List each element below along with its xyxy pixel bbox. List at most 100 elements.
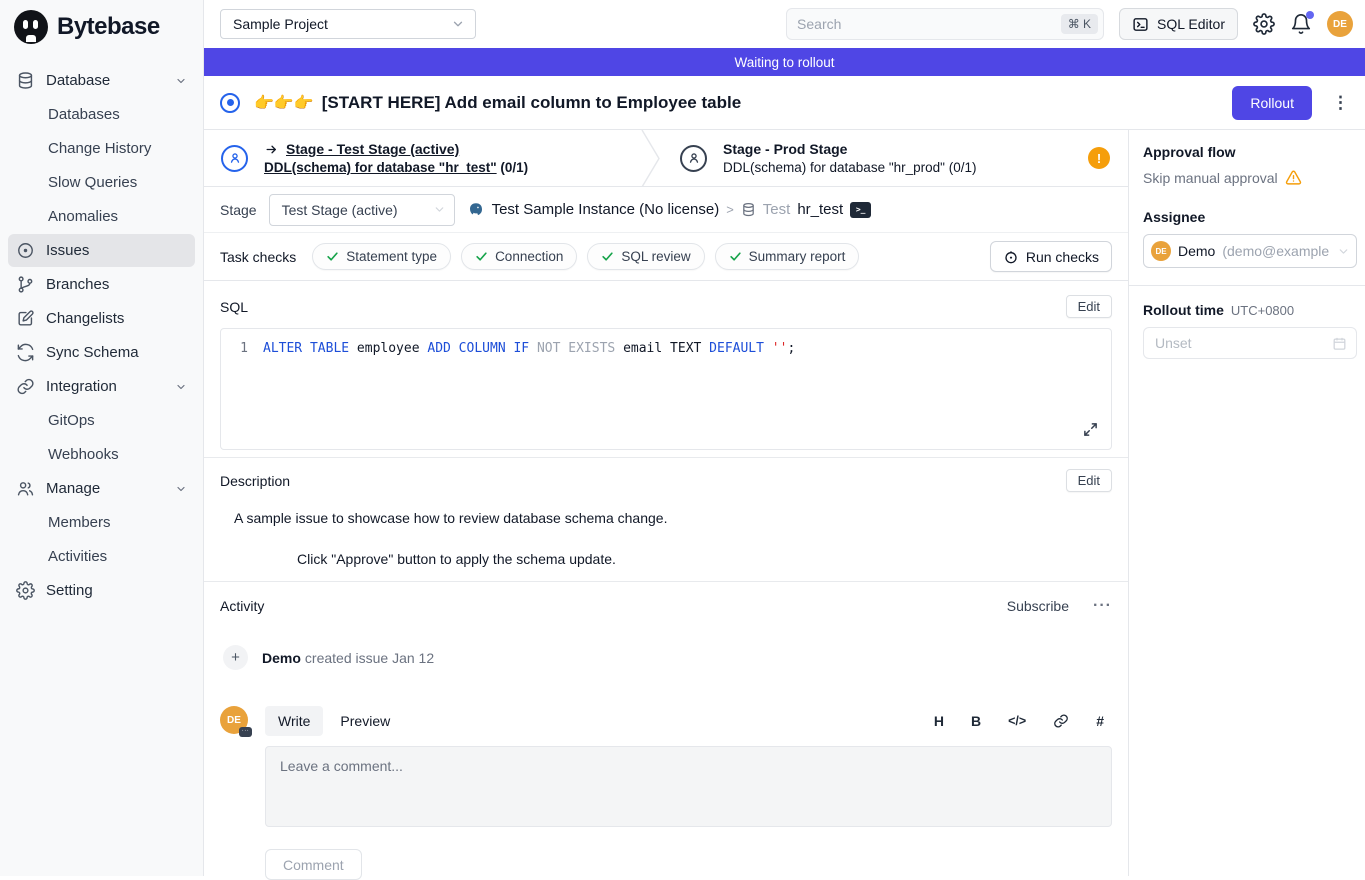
sidebar-item-label: Setting [46, 582, 187, 599]
instance-name[interactable]: Test Sample Instance (No license) [492, 201, 720, 218]
issue-title-row: 👉👉👉 [START HERE] Add email column to Emp… [204, 76, 1365, 130]
logo-text: Bytebase [57, 13, 160, 41]
stage-progress: (0/1) [949, 160, 977, 175]
task-checks-label: Task checks [220, 249, 296, 265]
chevron-down-icon [451, 17, 465, 31]
run-checks-button[interactable]: Run checks [990, 241, 1112, 272]
issue-title-emoji: 👉👉👉 [254, 93, 314, 113]
stage-card-prod[interactable]: Stage - Prod Stage DDL(schema) for datab… [663, 141, 1128, 175]
expand-icon[interactable] [1083, 422, 1098, 437]
subscribe-button[interactable]: Subscribe [1007, 598, 1069, 614]
bytebase-logo[interactable]: Bytebase [0, 0, 203, 50]
sql-editor-button[interactable]: SQL Editor [1119, 8, 1238, 40]
stage-card-test[interactable]: Stage - Test Stage (active) DDL(schema) … [204, 141, 639, 175]
heading-icon[interactable]: H [934, 713, 944, 729]
changelist-icon [16, 309, 35, 328]
sidebar-item-manage[interactable]: Manage [8, 472, 195, 505]
issue-status-icon [220, 93, 240, 113]
chevron-down-icon [1337, 245, 1350, 258]
assignee-email: (demo@example [1222, 243, 1330, 259]
settings-gear-icon[interactable] [1253, 13, 1275, 35]
branch-icon [16, 275, 35, 294]
search-box[interactable]: ⌘ K [786, 8, 1104, 40]
rollout-time-input[interactable]: Unset [1143, 327, 1357, 359]
stage-select-value: Test Stage (active) [282, 202, 398, 218]
sidebar-item-database[interactable]: Database [8, 64, 195, 97]
run-checks-icon [1003, 249, 1019, 265]
sql-editor-box[interactable]: 1 ALTER TABLE employee ADD COLUMN IF NOT… [220, 328, 1112, 450]
sidebar-item-label: Issues [46, 242, 187, 259]
tab-preview[interactable]: Preview [327, 706, 403, 736]
sidebar-item-label: Sync Schema [46, 344, 187, 361]
sidebar-item-anomalies[interactable]: Anomalies [8, 200, 195, 233]
user-avatar[interactable]: DE [1327, 11, 1353, 37]
stage-selector-bar: Stage Test Stage (active) Test Sample In… [204, 187, 1128, 233]
sidebar-item-setting[interactable]: Setting [8, 574, 195, 607]
stage-person-icon [221, 145, 248, 172]
assignee-select[interactable]: DE Demo (demo@example [1143, 234, 1357, 268]
comment-input[interactable] [265, 746, 1112, 827]
sidebar-item-integration[interactable]: Integration [8, 370, 195, 403]
environment-label: Test [763, 201, 791, 218]
issue-main: Stage - Test Stage (active) DDL(schema) … [204, 130, 1128, 876]
open-in-sql-editor-icon[interactable]: >_ [850, 202, 871, 218]
sidebar-item-sync-schema[interactable]: Sync Schema [8, 336, 195, 369]
code-icon[interactable]: </> [1008, 714, 1026, 728]
sidebar-nav: Database Databases Change History Slow Quer… [0, 50, 203, 607]
terminal-icon [1132, 16, 1149, 33]
sidebar-item-label: Integration [46, 378, 175, 395]
sidebar-item-label: Databases [48, 106, 187, 123]
tab-write[interactable]: Write [265, 706, 323, 736]
sidebar-item-gitops[interactable]: GitOps [8, 404, 195, 437]
calendar-icon [1332, 336, 1347, 351]
task-check-connection[interactable]: Connection [461, 243, 577, 270]
stage-name: Stage - Prod Stage [723, 141, 847, 157]
notifications-bell-icon[interactable] [1290, 13, 1312, 35]
sidebar-item-label: Changelists [46, 310, 187, 327]
sidebar-item-label: Webhooks [48, 446, 187, 463]
project-select-value: Sample Project [233, 16, 328, 32]
sidebar-item-webhooks[interactable]: Webhooks [8, 438, 195, 471]
sidebar-item-label: Manage [46, 480, 175, 497]
issue-menu-kebab-icon[interactable]: ⋮ [1332, 93, 1349, 113]
sidebar-item-label: Slow Queries [48, 174, 187, 191]
stage-select[interactable]: Test Stage (active) [269, 194, 455, 226]
activity-section-title: Activity [220, 598, 264, 614]
sql-token: ADD COLUMN [427, 341, 505, 356]
manage-icon [16, 479, 35, 498]
plus-icon: + [223, 645, 248, 670]
stage-task: DDL(schema) for database "hr_test" [264, 160, 497, 175]
database-name[interactable]: hr_test [797, 201, 843, 218]
task-check-summary-report[interactable]: Summary report [715, 243, 860, 270]
task-checks-row: Task checks Statement type Connection SQL … [204, 233, 1128, 281]
sidebar-item-label: Change History [48, 140, 187, 157]
description-edit-button[interactable]: Edit [1066, 469, 1112, 492]
sidebar-item-members[interactable]: Members [8, 506, 195, 539]
rollout-button[interactable]: Rollout [1232, 86, 1312, 120]
postgres-icon [467, 201, 485, 219]
description-line: A sample issue to showcase how to review… [234, 510, 1128, 526]
stage-divider-chevron [639, 130, 663, 187]
bold-icon[interactable]: B [971, 713, 981, 729]
activity-menu-ellipsis-icon[interactable]: ··· [1093, 597, 1112, 615]
link-icon[interactable] [1053, 713, 1069, 729]
description-line: Click "Approve" button to apply the sche… [297, 551, 1128, 567]
task-check-statement-type[interactable]: Statement type [312, 243, 451, 270]
sidebar-item-branches[interactable]: Branches [8, 268, 195, 301]
sql-edit-button[interactable]: Edit [1066, 295, 1112, 318]
search-input[interactable] [797, 16, 1061, 32]
task-check-sql-review[interactable]: SQL review [587, 243, 704, 270]
hash-icon[interactable]: # [1096, 713, 1104, 729]
sidebar-item-changelists[interactable]: Changelists [8, 302, 195, 335]
comment-submit-button[interactable]: Comment [265, 849, 362, 880]
sidebar-item-activities[interactable]: Activities [8, 540, 195, 573]
sidebar-item-databases[interactable]: Databases [8, 98, 195, 131]
sidebar-item-change-history[interactable]: Change History [8, 132, 195, 165]
sql-line-number: 1 [221, 340, 263, 358]
sidebar-item-issues[interactable]: Issues [8, 234, 195, 267]
activity-actor: Demo [262, 650, 301, 666]
project-select[interactable]: Sample Project [220, 9, 476, 39]
search-shortcut-badge: ⌘ K [1061, 14, 1098, 34]
task-check-label: Summary report [749, 249, 846, 264]
sidebar-item-slow-queries[interactable]: Slow Queries [8, 166, 195, 199]
